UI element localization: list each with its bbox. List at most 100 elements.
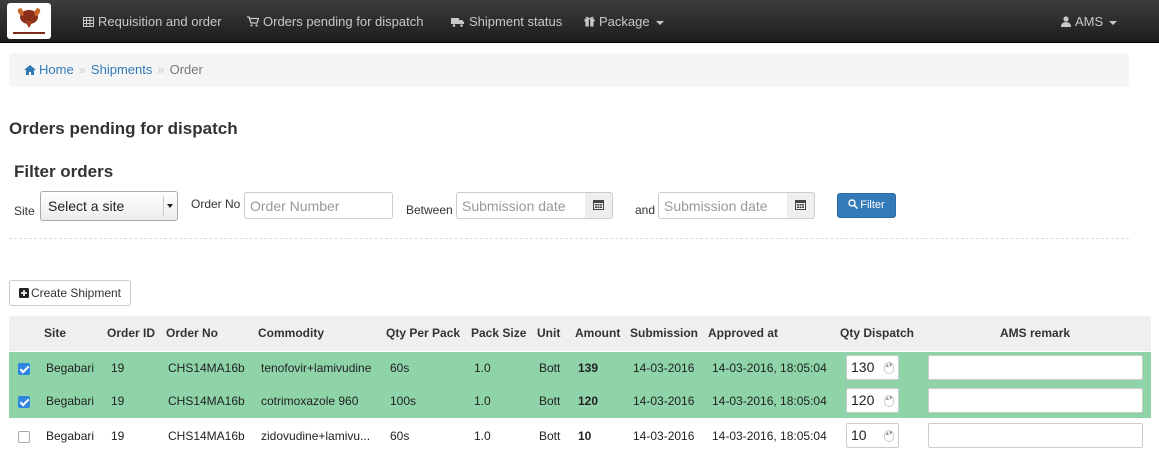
search-icon (848, 199, 860, 211)
chevron-down-icon (1109, 20, 1118, 25)
breadcrumb-home[interactable]: Home (24, 62, 74, 77)
column-header-submission: Submission (630, 326, 699, 340)
cell-order-no: CHS14MA16b (168, 394, 245, 408)
column-header-commodity: Commodity (258, 326, 324, 340)
column-header-amount: Amount (575, 326, 621, 340)
cell-order-id: 19 (111, 429, 125, 443)
cell-qty-per-pack: 60s (390, 429, 410, 443)
page-title: Orders pending for dispatch (9, 119, 238, 138)
column-header-order-no: Order No (166, 326, 219, 340)
qty-dispatch-stepper[interactable]: 120 ▴▾ (846, 388, 899, 413)
qty-dispatch-value: 120 (851, 392, 875, 408)
breadcrumb-shipments[interactable]: Shipments (91, 62, 152, 77)
nav-package-dropdown[interactable]: Package (584, 0, 664, 43)
filter-button-label: Filter (860, 199, 885, 211)
user-menu[interactable]: AMS (1061, 0, 1118, 43)
calendar-icon (593, 199, 604, 213)
cell-unit: Bott (539, 394, 561, 408)
cell-pack-size: 1.0 (474, 361, 491, 375)
column-header-approved-at: Approved at (708, 326, 779, 340)
table-row[interactable]: Begabari 19 CHS14MA16b cotrimoxazole 960… (9, 385, 1151, 418)
site-select-value: Select a site (48, 198, 125, 214)
cell-pack-size: 1.0 (474, 394, 491, 408)
submission-date-from-input[interactable] (456, 192, 586, 219)
create-shipment-button[interactable]: Create Shipment (9, 280, 131, 306)
calendar-from-button[interactable] (585, 192, 613, 219)
nav-shipment-status[interactable]: Shipment status (451, 0, 562, 43)
and-label: and (635, 203, 656, 217)
calendar-icon (795, 199, 806, 213)
cell-amount: 10 (578, 429, 592, 443)
cell-pack-size: 1.0 (474, 429, 491, 443)
home-icon (24, 62, 39, 77)
row-checkbox[interactable] (18, 396, 30, 408)
gift-icon (584, 1, 595, 44)
user-name: AMS (1075, 14, 1104, 29)
qty-dispatch-value: 10 (851, 427, 867, 443)
ams-remark-input[interactable] (928, 355, 1143, 380)
nav-label: Package (599, 14, 650, 29)
navbar: Requisition and order Orders pending for… (0, 0, 1159, 43)
row-checkbox[interactable] (18, 431, 30, 443)
cart-icon (247, 1, 260, 44)
submission-date-to-input[interactable] (658, 192, 788, 219)
order-number-input[interactable] (244, 192, 393, 219)
brand-logo[interactable] (7, 3, 51, 39)
cell-order-no: CHS14MA16b (168, 429, 245, 443)
breadcrumb-separator: » (78, 62, 86, 77)
spinner-icon[interactable]: ▴▾ (884, 395, 894, 407)
table-icon (83, 1, 94, 44)
cell-site: Begabari (46, 361, 95, 375)
breadcrumb-home-label: Home (39, 62, 74, 77)
cell-approved-at: 14-03-2016, 18:05:04 (712, 394, 827, 408)
cell-commodity: zidovudine+lamivu... (261, 429, 371, 443)
cell-order-id: 19 (111, 394, 125, 408)
breadcrumb-current: Order (169, 62, 203, 77)
nav-orders-pending[interactable]: Orders pending for dispatch (247, 0, 423, 43)
order-no-label: Order No (191, 197, 241, 211)
filter-button[interactable]: Filter (837, 193, 896, 218)
nav-requisition-and-order[interactable]: Requisition and order (83, 0, 222, 43)
column-header-pack-size: Pack Size (471, 326, 527, 340)
nav-label: Shipment status (469, 14, 563, 29)
table-header: Site Order ID Order No Commodity Qty Per… (9, 316, 1151, 351)
column-header-qty-per-pack: Qty Per Pack (386, 326, 461, 340)
cell-commodity: cotrimoxazole 960 (261, 394, 359, 408)
breadcrumb: Home » Shipments » Order (9, 53, 1129, 87)
cell-unit: Bott (539, 429, 561, 443)
cell-amount: 120 (578, 394, 599, 408)
between-label: Between (406, 203, 453, 217)
cell-submission: 14-03-2016 (633, 394, 695, 408)
ams-remark-input[interactable] (928, 423, 1143, 448)
cell-site: Begabari (46, 429, 95, 443)
table-row[interactable]: Begabari 19 CHS14MA16b tenofovir+lamivud… (9, 352, 1151, 385)
qty-dispatch-stepper[interactable]: 10 ▴▾ (846, 423, 899, 448)
qty-dispatch-value: 130 (851, 359, 875, 375)
spinner-icon[interactable]: ▴▾ (884, 430, 894, 442)
nav-label: Requisition and order (98, 14, 222, 29)
ams-remark-input[interactable] (928, 388, 1143, 413)
cell-qty-per-pack: 100s (390, 394, 417, 408)
calendar-to-button[interactable] (787, 192, 815, 219)
table-row[interactable]: Begabari 19 CHS14MA16b zidovudine+lamivu… (9, 420, 1151, 453)
cell-unit: Bott (539, 361, 561, 375)
spinner-icon[interactable]: ▴▾ (884, 362, 894, 374)
cell-qty-per-pack: 60s (390, 361, 410, 375)
cell-submission: 14-03-2016 (633, 361, 695, 375)
nav-label: Orders pending for dispatch (263, 14, 424, 29)
cell-order-id: 19 (111, 361, 125, 375)
site-select[interactable]: Select a site (40, 191, 178, 221)
create-shipment-label: Create Shipment (30, 286, 122, 300)
divider (9, 238, 1129, 239)
chevron-down-icon (655, 20, 664, 25)
cell-submission: 14-03-2016 (633, 429, 695, 443)
cell-amount: 139 (578, 361, 599, 375)
qty-dispatch-stepper[interactable]: 130 ▴▾ (846, 355, 899, 380)
cell-approved-at: 14-03-2016, 18:05:04 (712, 361, 827, 375)
site-label: Site (14, 204, 35, 218)
plus-square-icon (18, 286, 31, 300)
row-checkbox[interactable] (18, 363, 30, 375)
column-header-site: Site (44, 326, 67, 340)
breadcrumb-separator: » (157, 62, 165, 77)
column-header-qty-dispatch: Qty Dispatch (840, 326, 915, 340)
